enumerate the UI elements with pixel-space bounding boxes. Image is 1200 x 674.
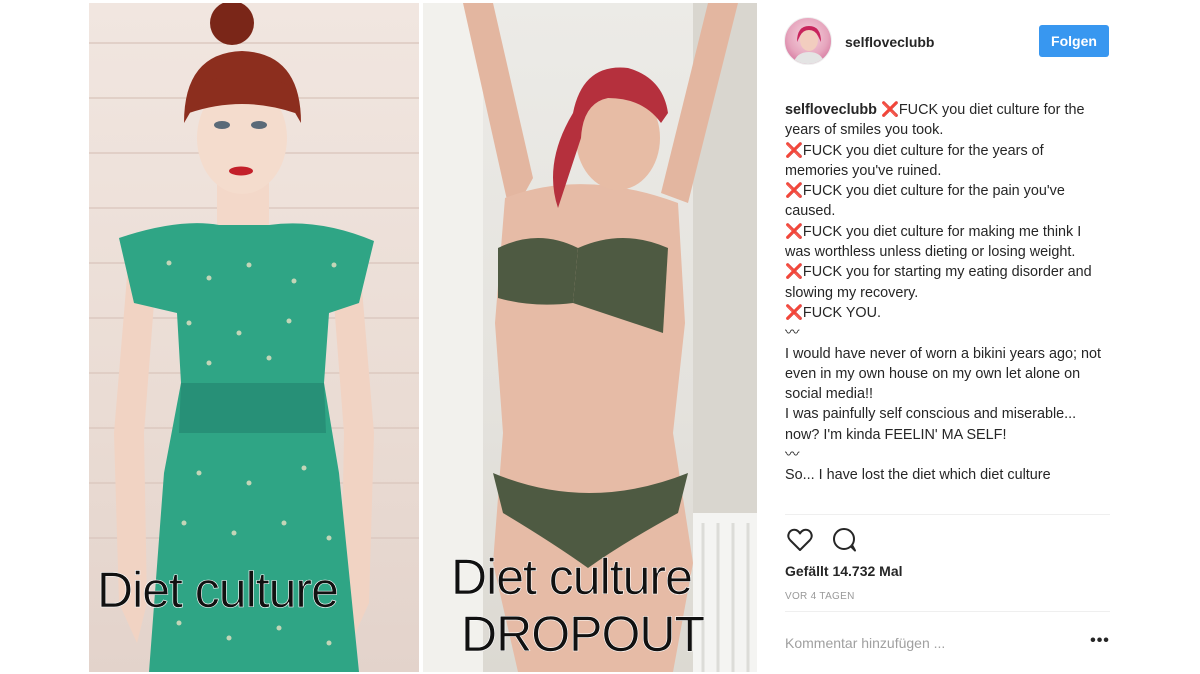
- comment-icon[interactable]: [830, 525, 860, 555]
- post-header: selfloveclubb Folgen: [760, 3, 1120, 83]
- follow-button[interactable]: Folgen: [1039, 25, 1109, 57]
- photo-diet-culture-dropout: Diet culture DROPOUT: [423, 3, 757, 672]
- header-username-link[interactable]: selfloveclubb: [845, 34, 934, 50]
- caption-username-link[interactable]: selfloveclubb: [785, 102, 877, 118]
- caption-text: selfloveclubb ❌FUCK you diet culture for…: [785, 100, 1105, 486]
- caption-body: ❌FUCK you diet culture for the years of …: [785, 102, 1101, 484]
- post-actions: [785, 525, 985, 555]
- post-timestamp[interactable]: VOR 4 TAGEN: [785, 591, 855, 602]
- likes-count[interactable]: Gefällt 14.732 Mal: [785, 563, 903, 579]
- avatar[interactable]: [784, 17, 832, 65]
- avatar-image: [793, 26, 825, 64]
- comment-input[interactable]: [785, 632, 1075, 654]
- divider: [785, 514, 1110, 515]
- photo-diet-culture: Diet culture: [89, 3, 419, 672]
- divider: [785, 611, 1110, 612]
- photo-caption-line-1: Diet culture: [451, 549, 693, 605]
- post-side-panel: selfloveclubb Folgen selfloveclubb ❌FUCK…: [760, 3, 1120, 672]
- more-options-button[interactable]: •••: [1090, 631, 1110, 651]
- heart-icon[interactable]: [785, 525, 815, 555]
- photo-caption-line-2: DROPOUT: [461, 606, 706, 662]
- photo-caption-diet-culture: Diet culture: [97, 562, 339, 618]
- caption-area: selfloveclubb ❌FUCK you diet culture for…: [785, 100, 1105, 515]
